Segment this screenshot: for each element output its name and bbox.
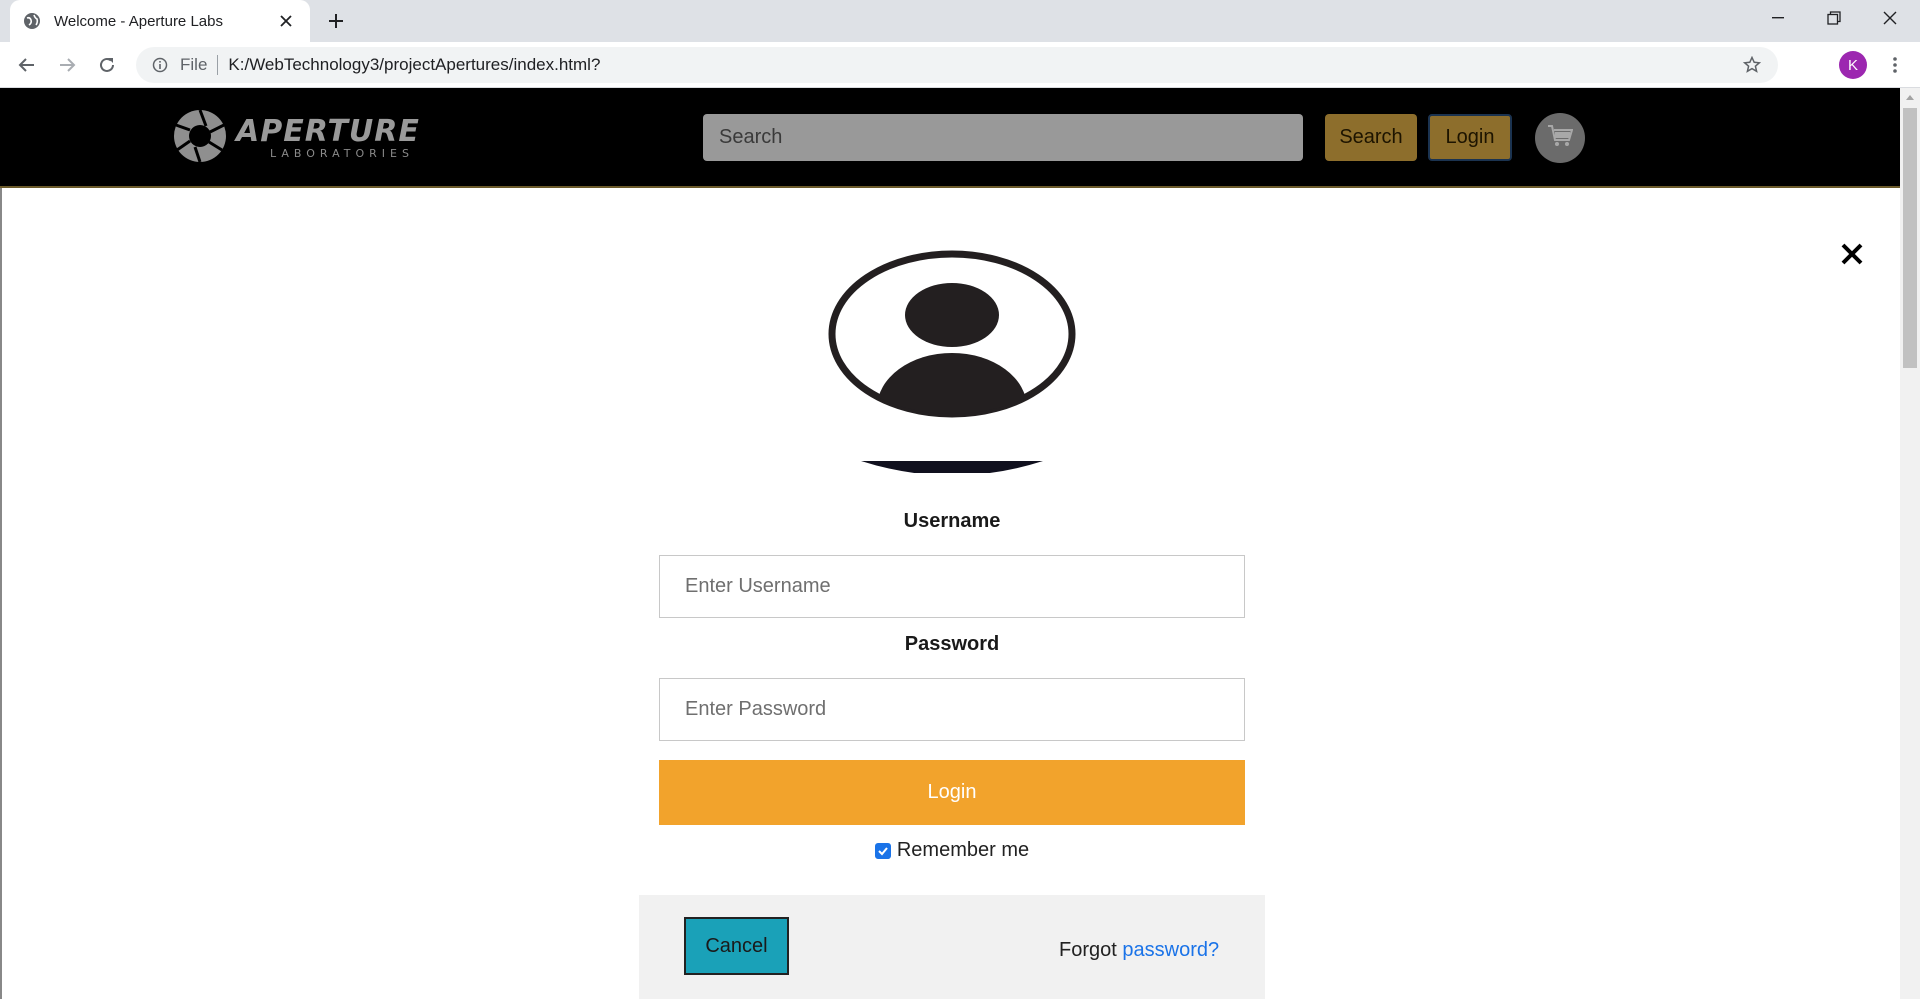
scrollbar-thumb[interactable] bbox=[1903, 108, 1917, 368]
reload-icon[interactable] bbox=[92, 50, 122, 80]
logo-main-text: APERTURE bbox=[236, 113, 420, 149]
tab-title: Welcome - Aperture Labs bbox=[54, 12, 223, 30]
remember-me-row: Remember me bbox=[2, 839, 1902, 862]
login-modal: Username Password Login Remember me Canc… bbox=[0, 188, 1900, 999]
header-login-button[interactable]: Login bbox=[1428, 114, 1512, 161]
url-separator bbox=[217, 55, 219, 75]
window-close-icon[interactable] bbox=[1862, 0, 1918, 36]
cart-icon bbox=[1547, 124, 1574, 153]
minimize-icon[interactable] bbox=[1750, 0, 1806, 36]
forward-arrow-icon[interactable] bbox=[52, 50, 82, 80]
forgot-password-link[interactable]: password? bbox=[1122, 939, 1219, 961]
plus-icon[interactable] bbox=[322, 9, 350, 33]
site-header: APERTURE LABORATORIES Search Login bbox=[0, 88, 1900, 188]
back-arrow-icon[interactable] bbox=[12, 50, 42, 80]
search-input[interactable] bbox=[703, 114, 1303, 161]
scroll-up-arrow-icon[interactable] bbox=[1900, 88, 1920, 106]
remember-me-label[interactable]: Remember me bbox=[897, 839, 1029, 862]
address-bar[interactable]: File K:/WebTechnology3/projectApertures/… bbox=[136, 47, 1778, 83]
modal-footer: Cancel Forgot password? bbox=[639, 895, 1265, 999]
url-text[interactable]: K:/WebTechnology3/projectApertures/index… bbox=[228, 55, 1740, 75]
aperture-logo[interactable]: APERTURE LABORATORIES bbox=[172, 106, 419, 170]
forgot-label: Forgot bbox=[1059, 939, 1117, 961]
browser-toolbar: File K:/WebTechnology3/projectApertures/… bbox=[0, 42, 1920, 88]
aperture-logo-icon bbox=[172, 108, 228, 169]
kebab-menu-icon[interactable] bbox=[1880, 50, 1910, 80]
search-button[interactable]: Search bbox=[1325, 114, 1417, 161]
user-avatar-icon bbox=[824, 248, 1080, 476]
logo-sub-text: LABORATORIES bbox=[270, 146, 414, 160]
close-icon[interactable] bbox=[1836, 238, 1868, 270]
username-input[interactable] bbox=[659, 555, 1245, 618]
cart-button[interactable] bbox=[1535, 113, 1585, 163]
username-label: Username bbox=[903, 510, 1001, 532]
close-icon[interactable] bbox=[274, 9, 298, 33]
browser-tab-strip: Welcome - Aperture Labs bbox=[0, 0, 1920, 42]
login-submit-button[interactable]: Login bbox=[659, 760, 1245, 825]
info-icon[interactable] bbox=[150, 55, 170, 75]
forgot-password-text: Forgot password? bbox=[1059, 939, 1219, 962]
restore-icon[interactable] bbox=[1806, 0, 1862, 36]
url-scheme-label: File bbox=[180, 55, 208, 74]
star-icon[interactable] bbox=[1740, 53, 1764, 77]
profile-avatar[interactable]: K bbox=[1839, 51, 1867, 79]
browser-tab[interactable]: Welcome - Aperture Labs bbox=[10, 0, 310, 42]
password-input[interactable] bbox=[659, 678, 1245, 741]
globe-icon bbox=[22, 11, 42, 31]
page-scrollbar[interactable] bbox=[1900, 88, 1920, 999]
checkbox-checked-icon[interactable] bbox=[874, 842, 891, 859]
cancel-button[interactable]: Cancel bbox=[684, 917, 789, 975]
password-label: Password bbox=[904, 633, 1000, 655]
